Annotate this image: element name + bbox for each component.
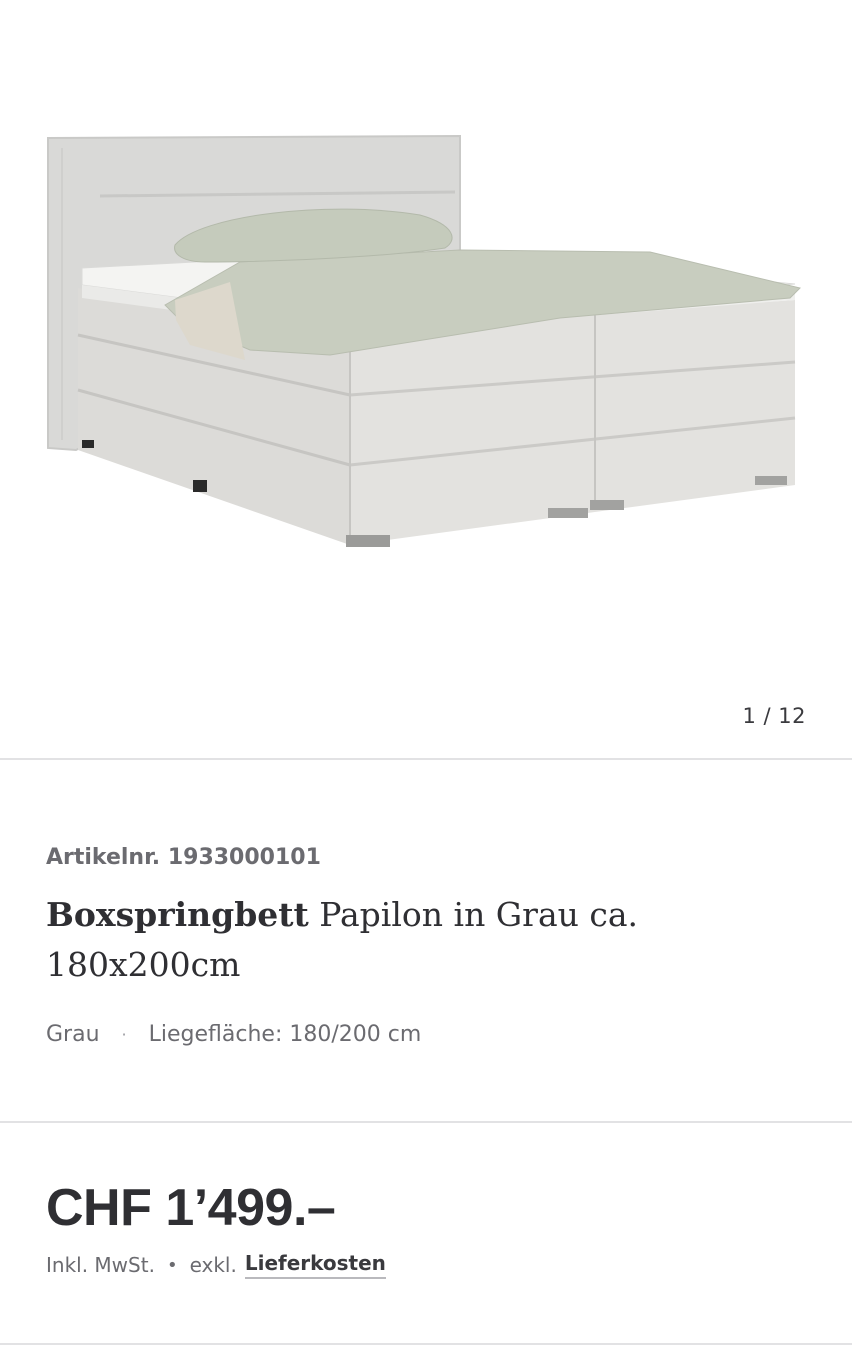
image-counter: 1 / 12 [742, 704, 806, 728]
delivery-costs-link[interactable]: Lieferkosten [244, 1251, 386, 1279]
product-title-category: Boxspringbett [46, 895, 309, 934]
attribute-color: Grau [46, 1022, 100, 1047]
product-image-gallery[interactable]: 1 / 12 [0, 0, 852, 758]
vat-bullet: • [166, 1254, 178, 1276]
section-divider [0, 758, 852, 760]
product-title: Boxspringbett Papilon in Grau ca. 180x20… [46, 890, 806, 990]
vat-text: Inkl. MwSt. [46, 1253, 155, 1277]
section-divider [0, 1121, 852, 1123]
delivery-prefix: exkl. [189, 1253, 237, 1277]
attribute-size: Liegefläche: 180/200 cm [148, 1022, 422, 1047]
vat-info: Inkl. MwSt. • exkl. Lieferkosten [46, 1251, 386, 1279]
product-attributes: Grau · Liegefläche: 180/200 cm [46, 1022, 421, 1047]
attribute-separator: · [121, 1025, 127, 1044]
article-number: Artikelnr. 1933000101 [46, 845, 321, 870]
product-price: CHF 1’499.– [46, 1179, 336, 1237]
section-divider [0, 1343, 852, 1345]
product-image[interactable] [0, 0, 852, 758]
